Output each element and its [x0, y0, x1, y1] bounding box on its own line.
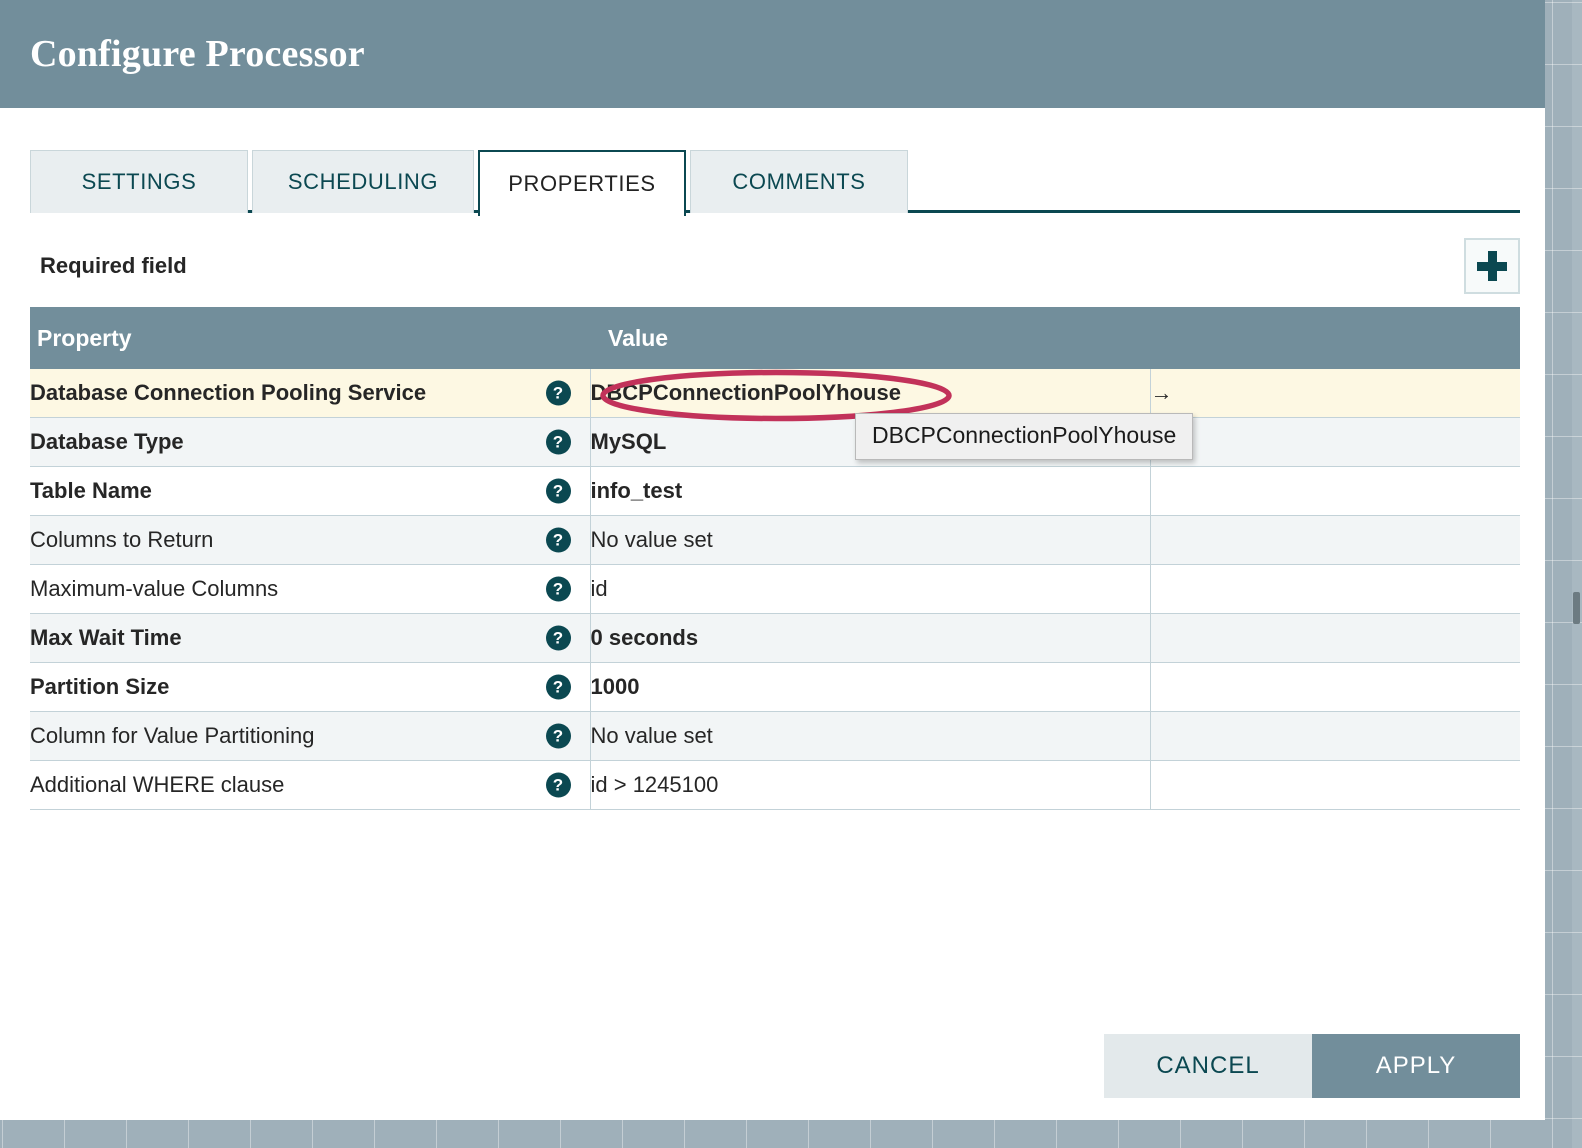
table-row[interactable]: Additional WHERE clause? id > 1245100 [30, 760, 1520, 810]
required-field-label: Required field [40, 253, 187, 278]
property-name-cell: Table Name? [30, 466, 590, 516]
property-extra-cell [1149, 515, 1520, 565]
properties-table-body: Database Connection Pooling Service? DBCP… [30, 369, 1520, 810]
property-value-cell[interactable]: 0 seconds [589, 613, 1150, 663]
page-scrollbar[interactable] [1572, 0, 1582, 1148]
help-icon[interactable]: ? [545, 576, 571, 602]
property-value-cell[interactable]: id [589, 564, 1150, 614]
table-row[interactable]: Database Connection Pooling Service? DBCP… [30, 369, 1520, 418]
column-header-extra [1150, 307, 1520, 369]
tab-settings[interactable]: SETTINGS [30, 150, 248, 213]
property-value-cell[interactable]: No value set [589, 711, 1150, 761]
dialog-footer: CANCEL APPLY [1104, 1034, 1520, 1098]
property-value-cell[interactable]: 1000 [589, 662, 1150, 712]
properties-subheader: Required field [0, 235, 1545, 297]
table-row[interactable]: Column for Value Partitioning? No value s… [30, 711, 1520, 761]
properties-table-wrapper: Property Value Database Connection Pooli… [30, 307, 1520, 810]
column-header-value: Value [590, 307, 1150, 369]
property-name-label: Partition Size [30, 674, 170, 699]
value-tooltip: DBCPConnectionPoolYhouse [855, 413, 1194, 460]
table-row[interactable]: Table Name? info_test [30, 466, 1520, 516]
table-row[interactable]: Maximum-value Columns? id [30, 564, 1520, 614]
dialog-header: Configure Processor [0, 0, 1545, 108]
property-extra-cell [1149, 564, 1520, 614]
property-name-label: Columns to Return [30, 527, 214, 552]
property-extra-cell [1149, 417, 1520, 467]
help-icon[interactable]: ? [545, 674, 571, 700]
property-name-label: Additional WHERE clause [30, 772, 285, 797]
plus-icon [1477, 251, 1507, 281]
property-extra-cell [1149, 466, 1520, 516]
property-extra-cell [1149, 760, 1520, 810]
help-icon[interactable]: ? [545, 625, 571, 651]
tab-properties-label: PROPERTIES [508, 171, 656, 196]
table-row[interactable]: Partition Size? 1000 [30, 662, 1520, 712]
property-name-label: Database Connection Pooling Service [30, 380, 427, 405]
help-icon[interactable]: ? [545, 527, 571, 553]
property-name-cell: Partition Size? [30, 662, 590, 712]
property-name-cell: Database Connection Pooling Service? [30, 369, 590, 418]
help-icon[interactable]: ? [545, 723, 571, 749]
table-row[interactable]: Max Wait Time? 0 seconds [30, 613, 1520, 663]
property-name-cell: Maximum-value Columns? [30, 564, 590, 614]
property-name-label: Column for Value Partitioning [30, 723, 315, 748]
tab-settings-label: SETTINGS [81, 169, 197, 194]
property-name-label: Maximum-value Columns [30, 576, 279, 601]
table-row[interactable]: Database Type? MySQL [30, 417, 1520, 467]
property-value-cell[interactable]: DBCPConnectionPoolYhouse [589, 369, 1150, 418]
property-name-cell: Max Wait Time? [30, 613, 590, 663]
property-name-label: Database Type [30, 429, 184, 454]
property-name-label: Max Wait Time [30, 625, 182, 650]
property-extra-cell [1149, 711, 1520, 761]
property-name-cell: Columns to Return? [30, 515, 590, 565]
dialog-title: Configure Processor [30, 33, 365, 75]
help-icon[interactable]: ? [545, 429, 571, 455]
property-name-label: Table Name [30, 478, 152, 503]
tab-properties[interactable]: PROPERTIES [478, 150, 686, 216]
cancel-button[interactable]: CANCEL [1104, 1034, 1312, 1098]
property-value-cell[interactable]: info_test [589, 466, 1150, 516]
add-property-button[interactable] [1464, 238, 1520, 294]
properties-table: Property Value Database Connection Pooli… [30, 307, 1520, 810]
property-extra-cell [1149, 662, 1520, 712]
help-icon[interactable]: ? [545, 772, 571, 798]
property-name-cell: Column for Value Partitioning? [30, 711, 590, 761]
tab-comments-label: COMMENTS [732, 169, 866, 194]
page-scrollbar-thumb[interactable] [1573, 592, 1580, 624]
property-name-cell: Additional WHERE clause? [30, 760, 590, 810]
apply-button[interactable]: APPLY [1312, 1034, 1520, 1098]
configure-processor-dialog: Configure Processor SETTINGS SCHEDULING … [0, 0, 1545, 1120]
tab-scheduling-label: SCHEDULING [287, 169, 439, 194]
property-value-cell[interactable]: id > 1245100 [589, 760, 1150, 810]
property-value-cell[interactable]: No value set [589, 515, 1150, 565]
help-icon[interactable]: ? [545, 380, 571, 406]
go-to-service-arrow-icon[interactable]: → [1149, 369, 1520, 418]
column-header-property: Property [30, 307, 590, 369]
tab-scheduling[interactable]: SCHEDULING [252, 150, 474, 213]
tab-bar: SETTINGS SCHEDULING PROPERTIES COMMENTS [0, 150, 1545, 216]
table-row[interactable]: Columns to Return? No value set [30, 515, 1520, 565]
table-header-row: Property Value [30, 307, 1520, 369]
tab-comments[interactable]: COMMENTS [690, 150, 908, 213]
help-icon[interactable]: ? [545, 478, 571, 504]
property-name-cell: Database Type? [30, 417, 590, 467]
property-extra-cell [1149, 613, 1520, 663]
